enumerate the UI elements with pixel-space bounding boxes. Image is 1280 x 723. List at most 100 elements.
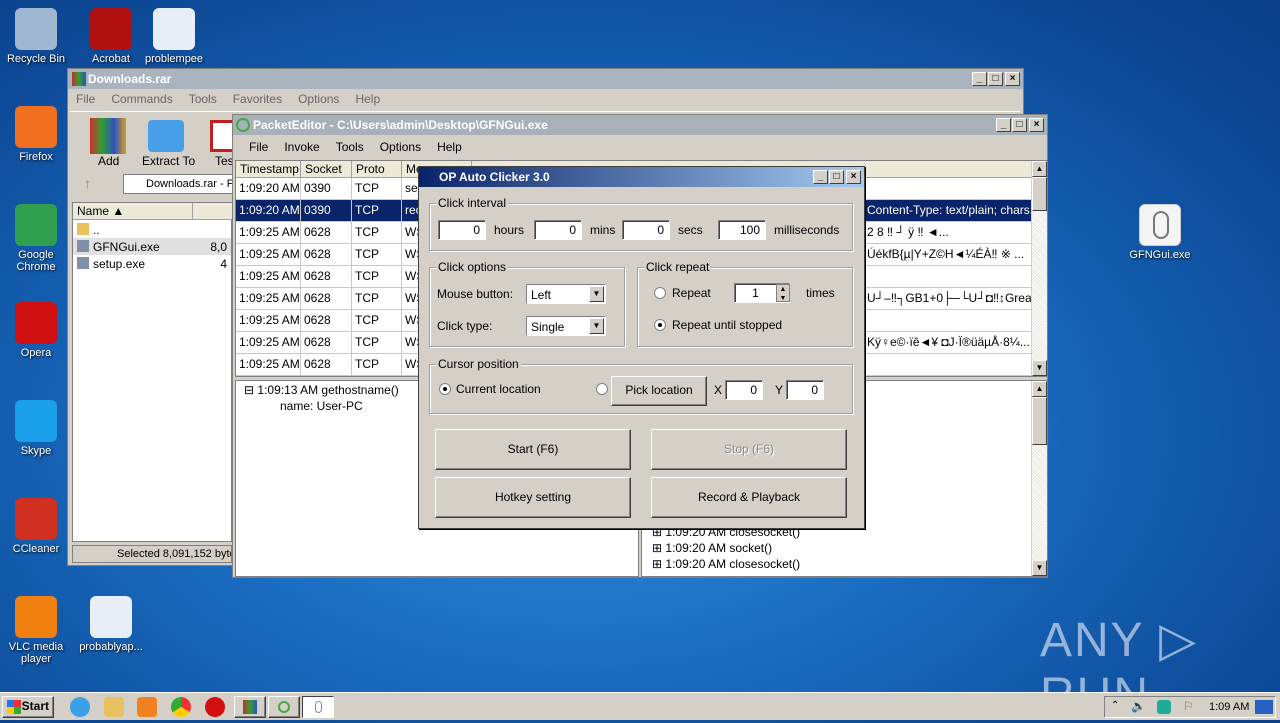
desktop-icon-gfngui[interactable]: GFNGui.exe (1124, 204, 1196, 261)
network-icon[interactable] (1157, 700, 1171, 714)
stop-button[interactable]: Stop (F6) (651, 429, 847, 470)
repeat-count-spinner[interactable]: ▲ ▼ (776, 284, 790, 302)
chrome-icon[interactable] (171, 697, 191, 717)
winrar-title-bar[interactable]: Downloads.rar _ □ × (68, 69, 1023, 89)
tree-node[interactable]: ⊞ 1:09:20 AM closesocket() (652, 557, 800, 571)
start-button[interactable]: Start (F6) (435, 429, 631, 470)
clock[interactable]: 1:09 AM (1209, 701, 1249, 713)
vlc-icon (15, 596, 57, 638)
exe-icon (77, 257, 89, 269)
start-button[interactable]: Start (2, 696, 54, 718)
menu-file[interactable]: File (241, 137, 276, 157)
up-arrow-icon[interactable]: ↑ (84, 175, 91, 191)
hours-input[interactable]: 0 (438, 220, 486, 240)
click-type-select[interactable]: Single ▼ (526, 316, 606, 336)
extract-to-button[interactable]: Extract To (142, 154, 195, 168)
packeteditor-icon (236, 118, 250, 132)
pick-location-radio[interactable] (596, 383, 608, 395)
auto-clicker-window: OP Auto Clicker 3.0 _ □ × Click interval… (418, 166, 865, 529)
chevron-down-icon: ▼ (589, 318, 604, 334)
desktop-icon[interactable]: Recycle Bin (0, 8, 72, 65)
expand-icon[interactable]: ⊞ (652, 541, 665, 555)
menu-invoke[interactable]: Invoke (276, 137, 327, 157)
flag-icon[interactable]: ⚐ (1183, 699, 1194, 713)
maximize-button[interactable]: □ (988, 72, 1003, 86)
desktop-icon[interactable]: Opera (0, 302, 72, 359)
col-header[interactable]: Proto (352, 161, 402, 178)
mouse-icon (315, 701, 322, 713)
scrollbar[interactable]: ▲ ▼ (1031, 381, 1047, 576)
tree-leaf[interactable]: name: User-PC (280, 399, 363, 413)
menu-favorites[interactable]: Favorites (225, 89, 290, 109)
file-row[interactable]: .. (73, 221, 231, 238)
menu-options[interactable]: Options (290, 89, 347, 109)
menu-tools[interactable]: Tools (181, 89, 225, 109)
menu-help[interactable]: Help (429, 137, 470, 157)
milliseconds-input[interactable]: 100 (718, 220, 766, 240)
col-header[interactable]: Timestamp (236, 161, 301, 178)
desktop-icon[interactable]: Google Chrome (0, 204, 72, 273)
col-header[interactable]: Socket (301, 161, 352, 178)
recycle-bin-icon (15, 8, 57, 50)
record-playback-button[interactable]: Record & Playback (651, 477, 847, 518)
ie-icon[interactable] (70, 697, 90, 717)
taskbar-auto-clicker[interactable] (302, 696, 334, 718)
mins-input[interactable]: 0 (534, 220, 582, 240)
menu-options[interactable]: Options (372, 137, 429, 157)
desktop-icon[interactable]: problempee (138, 8, 210, 65)
cursor-position-group: Cursor position Current location Pick lo… (429, 357, 853, 414)
tree-node[interactable]: ⊟ 1:09:13 AM gethostname() (244, 383, 399, 397)
media-player-icon[interactable] (137, 697, 157, 717)
test-button[interactable]: Tes (215, 154, 234, 168)
minimize-button[interactable]: _ (996, 118, 1011, 132)
packeteditor-title-bar[interactable]: PacketEditor - C:\Users\admin\Desktop\GF… (233, 115, 1047, 135)
desktop-icon[interactable]: Firefox (0, 106, 72, 163)
maximize-button[interactable]: □ (829, 170, 844, 184)
show-desktop-button[interactable] (1255, 700, 1273, 714)
address-bar[interactable]: Downloads.rar - P (123, 174, 243, 194)
close-button[interactable]: × (1005, 72, 1020, 86)
menu-commands[interactable]: Commands (103, 89, 180, 109)
desktop-icon[interactable]: probablyap... (75, 596, 147, 653)
expand-icon[interactable]: ⊞ (652, 557, 665, 571)
menu-file[interactable]: File (68, 89, 103, 109)
windows-logo-icon (7, 700, 21, 714)
volume-icon[interactable]: 🔈 (1131, 699, 1146, 713)
repeat-radio[interactable] (654, 287, 666, 299)
add-button[interactable]: Add (98, 154, 119, 168)
auto-clicker-title-bar[interactable]: OP Auto Clicker 3.0 _ □ × (419, 167, 864, 187)
file-row[interactable]: GFNGui.exe 8,0 (73, 238, 231, 255)
taskbar-winrar[interactable] (234, 696, 266, 718)
mouse-button-select[interactable]: Left ▼ (526, 284, 606, 304)
desktop-icon[interactable]: Acrobat (75, 8, 147, 65)
desktop-icon[interactable]: Skype (0, 400, 72, 457)
desktop-icon[interactable]: VLC media player (0, 596, 72, 665)
explorer-icon[interactable] (104, 697, 124, 717)
file-row[interactable]: setup.exe 4 (73, 255, 231, 272)
extract-folder-icon (148, 120, 184, 152)
desktop-icon[interactable]: CCleaner (0, 498, 72, 555)
col-name[interactable]: Name ▲ (73, 203, 193, 220)
show-hidden-icons-icon[interactable]: ⌃ (1111, 700, 1119, 711)
opera-icon[interactable] (205, 697, 225, 717)
acrobat-icon (90, 8, 132, 50)
pick-location-button[interactable]: Pick location (611, 376, 707, 406)
x-input[interactable]: 0 (725, 380, 763, 400)
minimize-button[interactable]: _ (972, 72, 987, 86)
taskbar-packeteditor[interactable] (268, 696, 300, 718)
menu-help[interactable]: Help (347, 89, 388, 109)
secs-input[interactable]: 0 (622, 220, 670, 240)
close-button[interactable]: × (846, 170, 861, 184)
scrollbar[interactable]: ▲ ▼ (1031, 161, 1047, 376)
y-input[interactable]: 0 (786, 380, 824, 400)
close-button[interactable]: × (1029, 118, 1044, 132)
current-location-radio[interactable] (439, 383, 451, 395)
minimize-button[interactable]: _ (813, 170, 828, 184)
repeat-until-stopped-radio[interactable] (654, 319, 666, 331)
tree-node[interactable]: ⊞ 1:09:20 AM socket() (652, 541, 772, 555)
taskbar: Start ⌃ 🔈 ⚐ 1:09 AM (0, 692, 1280, 720)
menu-tools[interactable]: Tools (328, 137, 372, 157)
maximize-button[interactable]: □ (1012, 118, 1027, 132)
opera-icon (15, 302, 57, 344)
hotkey-setting-button[interactable]: Hotkey setting (435, 477, 631, 518)
